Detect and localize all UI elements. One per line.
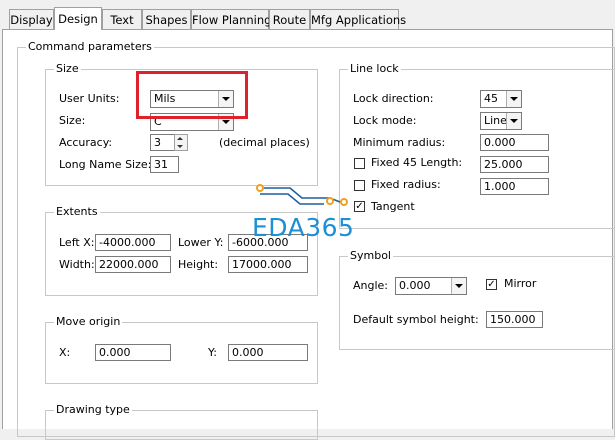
size-label: Size: bbox=[59, 114, 86, 127]
lock-direction-label: Lock direction: bbox=[353, 92, 434, 105]
minimum-radius-label: Minimum radius: bbox=[353, 136, 446, 149]
accuracy-input[interactable]: 3 bbox=[150, 134, 175, 151]
default-symbol-height-input[interactable]: 150.000 bbox=[486, 311, 543, 328]
circuit-trace-icon bbox=[256, 184, 348, 206]
chevron-down-icon bbox=[222, 120, 230, 124]
tab-mfg-applications[interactable]: Mfg Applications bbox=[310, 9, 406, 29]
tab-shapes[interactable]: Shapes bbox=[142, 9, 191, 29]
origin-y-label: Y: bbox=[208, 346, 217, 359]
chevron-down-icon bbox=[510, 119, 518, 123]
left-x-input[interactable]: -4000.000 bbox=[95, 234, 171, 251]
drawing-type-group: Drawing type bbox=[45, 403, 318, 440]
symbol-group: Symbol bbox=[339, 249, 615, 350]
default-symbol-height-label: Default symbol height: bbox=[353, 313, 479, 326]
drawing-type-group-title: Drawing type bbox=[54, 403, 132, 417]
tab-design[interactable]: Design bbox=[54, 7, 102, 30]
fixed-radius-input[interactable]: 1.000 bbox=[480, 178, 549, 195]
lock-direction-value: 45 bbox=[484, 92, 498, 105]
tab-flow-planning[interactable]: Flow Planning bbox=[191, 9, 271, 29]
accuracy-hint: (decimal places) bbox=[219, 136, 310, 149]
width-label: Width: bbox=[59, 258, 95, 271]
width-input[interactable]: 22000.000 bbox=[95, 256, 171, 273]
spin-up-icon[interactable] bbox=[177, 137, 183, 140]
chevron-down-icon bbox=[455, 284, 463, 288]
size-group-title: Size bbox=[54, 62, 81, 76]
lock-mode-dropdown-button[interactable] bbox=[506, 113, 521, 129]
tangent-label: Tangent bbox=[371, 200, 415, 213]
origin-x-label: X: bbox=[59, 346, 71, 359]
lock-mode-label: Lock mode: bbox=[353, 114, 417, 127]
mirror-label: Mirror bbox=[504, 277, 537, 290]
long-name-size-input[interactable]: 31 bbox=[150, 156, 179, 173]
tab-text[interactable]: Text bbox=[102, 9, 142, 29]
tab-display[interactable]: Display bbox=[9, 9, 54, 29]
origin-x-input[interactable]: 0.000 bbox=[95, 344, 171, 361]
highlight-box bbox=[136, 71, 248, 119]
minimum-radius-input[interactable]: 0.000 bbox=[480, 134, 549, 151]
lock-mode-select[interactable]: Line bbox=[480, 112, 522, 130]
fixed-45-length-input[interactable]: 25.000 bbox=[480, 156, 549, 173]
lock-direction-dropdown-button[interactable] bbox=[506, 91, 521, 107]
height-input[interactable]: 17000.000 bbox=[228, 256, 308, 273]
checkmark-icon: ✓ bbox=[487, 279, 496, 290]
fixed-45-length-checkbox[interactable] bbox=[354, 158, 365, 169]
angle-dropdown-button[interactable] bbox=[451, 278, 466, 294]
extents-group-title: Extents bbox=[54, 205, 100, 219]
user-units-label: User Units: bbox=[59, 92, 120, 105]
height-label: Height: bbox=[178, 258, 219, 271]
lower-y-label: Lower Y: bbox=[178, 236, 224, 249]
lock-direction-select[interactable]: 45 bbox=[480, 90, 522, 108]
angle-label: Angle: bbox=[353, 279, 389, 292]
fixed-45-length-label: Fixed 45 Length: bbox=[371, 156, 463, 169]
angle-value: 0.000 bbox=[399, 279, 431, 292]
origin-y-input[interactable]: 0.000 bbox=[228, 344, 308, 361]
fixed-radius-label: Fixed radius: bbox=[371, 178, 441, 191]
accuracy-spinner[interactable] bbox=[174, 134, 188, 151]
angle-select[interactable]: 0.000 bbox=[395, 277, 467, 295]
accuracy-label: Accuracy: bbox=[59, 136, 113, 149]
left-x-label: Left X: bbox=[59, 236, 95, 249]
symbol-group-title: Symbol bbox=[348, 249, 393, 263]
lock-mode-value: Line bbox=[484, 114, 507, 127]
mirror-checkbox[interactable]: ✓ bbox=[486, 279, 497, 290]
chevron-down-icon bbox=[510, 97, 518, 101]
line-lock-group-title: Line lock bbox=[348, 62, 401, 76]
move-origin-group-title: Move origin bbox=[54, 315, 123, 329]
spin-down-icon[interactable] bbox=[177, 145, 183, 148]
command-parameters-title: Command parameters bbox=[26, 40, 154, 54]
long-name-size-label: Long Name Size: bbox=[59, 158, 152, 171]
watermark-logo-text: EDA365 bbox=[252, 213, 355, 242]
tab-route[interactable]: Route bbox=[269, 9, 310, 29]
